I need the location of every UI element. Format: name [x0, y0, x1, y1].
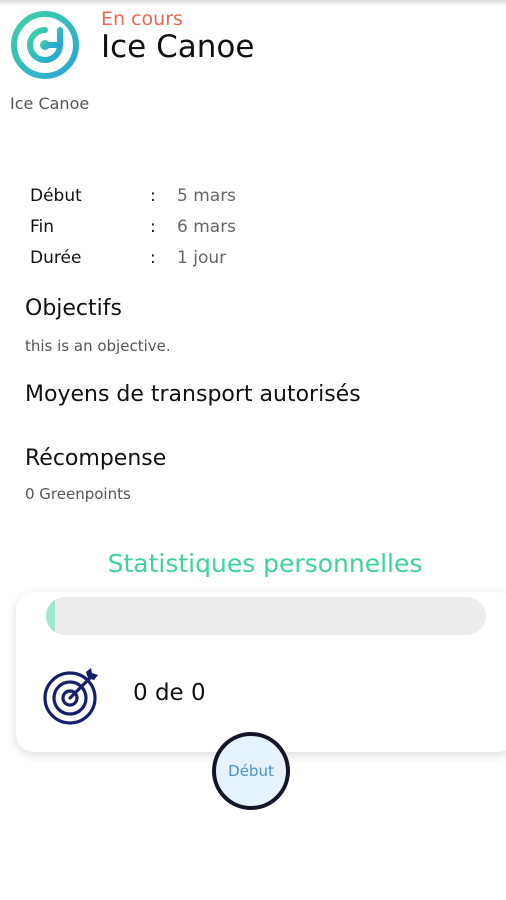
- info-row-end: Fin : 6 mars: [30, 211, 236, 242]
- progress-count: 0 de 0: [133, 680, 206, 706]
- stats-card: 0 de 0: [16, 592, 506, 752]
- info-row-start: Début : 5 mars: [30, 180, 236, 211]
- info-label: Début: [30, 185, 82, 206]
- target-arrow-icon: [42, 667, 102, 725]
- app-logo-icon: [10, 10, 80, 80]
- progress-fill: [46, 597, 55, 635]
- info-separator: :: [150, 216, 156, 237]
- challenge-status: En cours: [101, 8, 183, 30]
- info-separator: :: [150, 247, 156, 268]
- transport-heading: Moyens de transport autorisés: [25, 382, 361, 407]
- progress-bar: [46, 597, 486, 635]
- reward-heading: Récompense: [25, 446, 167, 471]
- info-value: 6 mars: [177, 216, 237, 237]
- status-bar-shadow: [0, 0, 506, 6]
- page-subtitle: Ice Canoe: [10, 94, 90, 113]
- start-button[interactable]: Début: [212, 732, 290, 810]
- info-separator: :: [150, 185, 156, 206]
- challenge-dates: Début : 5 mars Fin : 6 mars Durée : 1 jo…: [30, 180, 236, 273]
- reward-text: 0 Greenpoints: [25, 485, 131, 503]
- stats-title: Statistiques personnelles: [107, 549, 423, 578]
- info-label: Durée: [30, 247, 82, 268]
- info-row-duration: Durée : 1 jour: [30, 242, 236, 273]
- info-value: 1 jour: [177, 247, 227, 268]
- info-label: Fin: [30, 216, 55, 237]
- page-title: Ice Canoe: [101, 29, 255, 65]
- info-value: 5 mars: [177, 185, 237, 206]
- objectives-text: this is an objective.: [25, 337, 171, 355]
- objectives-heading: Objectifs: [25, 296, 122, 321]
